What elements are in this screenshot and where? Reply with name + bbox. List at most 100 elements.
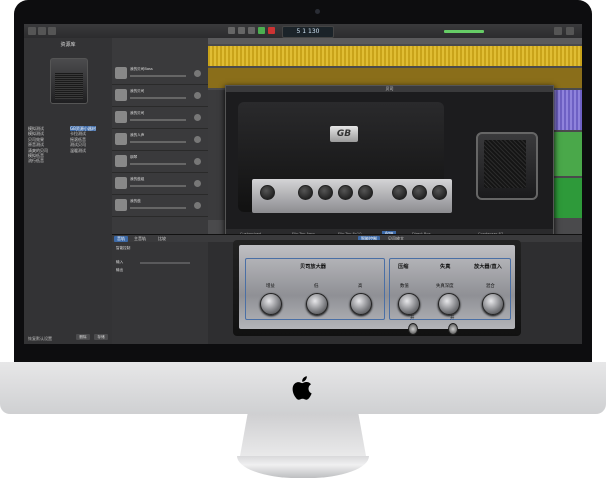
- pan-knob[interactable]: [194, 114, 201, 121]
- smart-controls-inspector: 智能控制 输入 输出: [112, 242, 208, 344]
- lcd-tempo: 130: [308, 28, 320, 35]
- amp-knob[interactable]: [338, 185, 353, 200]
- midi-region[interactable]: [552, 132, 582, 176]
- track-volume-slider[interactable]: [130, 97, 186, 99]
- record-icon[interactable]: [268, 27, 275, 34]
- imac: 5 1 130 资源库 模拟测试 模拟测试 贝司效果 原音测试 清爽的贝司 模拟…: [0, 0, 606, 489]
- track-header[interactable]: 我的贝司: [112, 86, 208, 107]
- camera-icon: [315, 9, 320, 14]
- play-icon[interactable]: [258, 27, 265, 34]
- compressor-title: 压缩: [398, 264, 409, 270]
- audio-region[interactable]: [552, 90, 582, 130]
- amp-icon: [115, 111, 127, 123]
- brand-logo: GB: [330, 126, 358, 142]
- lcd-display[interactable]: 5 1 130: [282, 26, 334, 38]
- amp-thumbnail: [50, 58, 88, 104]
- inspector-title: 智能控制: [116, 246, 131, 250]
- knob-label: 增益: [266, 284, 275, 289]
- stop-icon[interactable]: [248, 27, 255, 34]
- track-header[interactable]: 我的人声: [112, 130, 208, 151]
- amp-icon: [115, 89, 127, 101]
- tracks-area[interactable]: 贝司 GB Customized: [208, 38, 582, 240]
- track-header[interactable]: 我的贝司: [112, 108, 208, 129]
- library-button[interactable]: [28, 27, 36, 35]
- notepad-button[interactable]: [554, 27, 562, 35]
- pan-knob[interactable]: [194, 92, 201, 99]
- library-footer-label: 恢复默认设置: [28, 336, 52, 341]
- amp-section-title: 贝司放大器: [300, 264, 326, 270]
- track-volume-slider[interactable]: [130, 75, 186, 77]
- drummer-region[interactable]: [552, 178, 582, 218]
- track-name: 我的贝司Bass: [130, 67, 153, 71]
- amp-direct-mix-knob[interactable]: [482, 293, 504, 315]
- amp-faceplate: 贝司放大器 增益 低 高 压缩 失真 放大器/直入 数值 失真深度 混合 开 开: [239, 245, 515, 335]
- track-header[interactable]: 我的鼓组: [112, 174, 208, 195]
- delete-button[interactable]: 删除: [76, 334, 90, 340]
- pan-knob[interactable]: [194, 136, 201, 143]
- library-preset[interactable]: 温暖测试: [70, 148, 96, 153]
- plugin-window-title: 贝司: [226, 86, 553, 92]
- smart-controls-button[interactable]: [48, 27, 56, 35]
- track-lane: [208, 90, 225, 220]
- input-slider[interactable]: [140, 262, 190, 264]
- track-volume-slider[interactable]: [130, 119, 186, 121]
- knob-label: 低: [314, 284, 319, 289]
- amp-knob[interactable]: [318, 185, 333, 200]
- track-headers: 我的贝司Bass 我的贝司 我的贝司 我的人声 钢琴 我的鼓组 我的鼓: [112, 38, 209, 234]
- amp-knob[interactable]: [260, 185, 275, 200]
- drum-icon: [115, 177, 127, 189]
- help-button[interactable]: [38, 27, 46, 35]
- audio-region[interactable]: [208, 46, 582, 66]
- toolbar: 5 1 130: [24, 24, 582, 39]
- treble-knob[interactable]: [350, 293, 372, 315]
- track-header[interactable]: 我的鼓: [112, 196, 208, 217]
- track-header[interactable]: 钢琴: [112, 152, 208, 173]
- knob-label: 数值: [400, 284, 409, 289]
- master-volume-slider[interactable]: [444, 30, 484, 33]
- track-name: 我的鼓: [130, 199, 141, 203]
- gain-knob[interactable]: [260, 293, 282, 315]
- amp-knob[interactable]: [432, 185, 447, 200]
- pan-knob[interactable]: [194, 70, 201, 77]
- library-panel: 资源库 模拟测试 模拟测试 贝司效果 原音测试 清爽的贝司 模拟低音 流行低音 …: [24, 38, 113, 344]
- loop-browser-button[interactable]: [566, 27, 574, 35]
- pan-knob[interactable]: [194, 180, 201, 187]
- amp-direct-title: 放大器/直入: [474, 264, 502, 270]
- imac-stand-base: [237, 456, 369, 478]
- compressor-amount-knob[interactable]: [398, 293, 420, 315]
- plugin-window: 贝司 GB Customized: [225, 85, 554, 240]
- pan-knob[interactable]: [194, 202, 201, 209]
- compressor-toggle-switch[interactable]: [408, 323, 418, 335]
- pan-knob[interactable]: [194, 158, 201, 165]
- effects-section: 压缩 失真 放大器/直入 数值 失真深度 混合 开 开: [389, 258, 511, 335]
- track-volume-slider[interactable]: [130, 207, 186, 209]
- amp-knob[interactable]: [412, 185, 427, 200]
- distortion-title: 失真: [440, 264, 451, 270]
- amp-knob[interactable]: [298, 185, 313, 200]
- switch-label: 开: [450, 316, 455, 321]
- amp-icon: [115, 67, 127, 79]
- rewind-icon[interactable]: [228, 27, 235, 34]
- input-label: 输入: [116, 260, 124, 264]
- timeline-ruler[interactable]: [208, 38, 582, 44]
- track-volume-slider[interactable]: [130, 185, 186, 187]
- knob-label: 高: [358, 284, 363, 289]
- track-name: 我的人声: [130, 133, 145, 137]
- library-item[interactable]: 流行低音: [28, 158, 48, 163]
- track-name: 我的贝司: [130, 89, 145, 93]
- distortion-toggle-switch[interactable]: [448, 323, 458, 335]
- bass-amp-smart-controls: 贝司放大器 增益 低 高 压缩 失真 放大器/直入 数值 失真深度 混合 开 开: [233, 240, 521, 336]
- amp-section: 贝司放大器 增益 低 高: [245, 258, 385, 320]
- track-volume-slider[interactable]: [130, 141, 186, 143]
- forward-icon[interactable]: [238, 27, 245, 34]
- amp-knob[interactable]: [392, 185, 407, 200]
- speaker-cabinet[interactable]: [476, 132, 538, 200]
- distortion-depth-knob[interactable]: [438, 293, 460, 315]
- library-preset-list: GB资源小器材 卡拉测试 摇滚低音 测试贝司 温暖测试: [70, 126, 96, 153]
- amp-knob[interactable]: [358, 185, 373, 200]
- save-button[interactable]: 存储: [94, 334, 108, 340]
- library-title: 资源库: [60, 42, 76, 48]
- bass-knob[interactable]: [306, 293, 328, 315]
- track-header[interactable]: 我的贝司Bass: [112, 64, 208, 85]
- track-volume-slider[interactable]: [130, 163, 186, 165]
